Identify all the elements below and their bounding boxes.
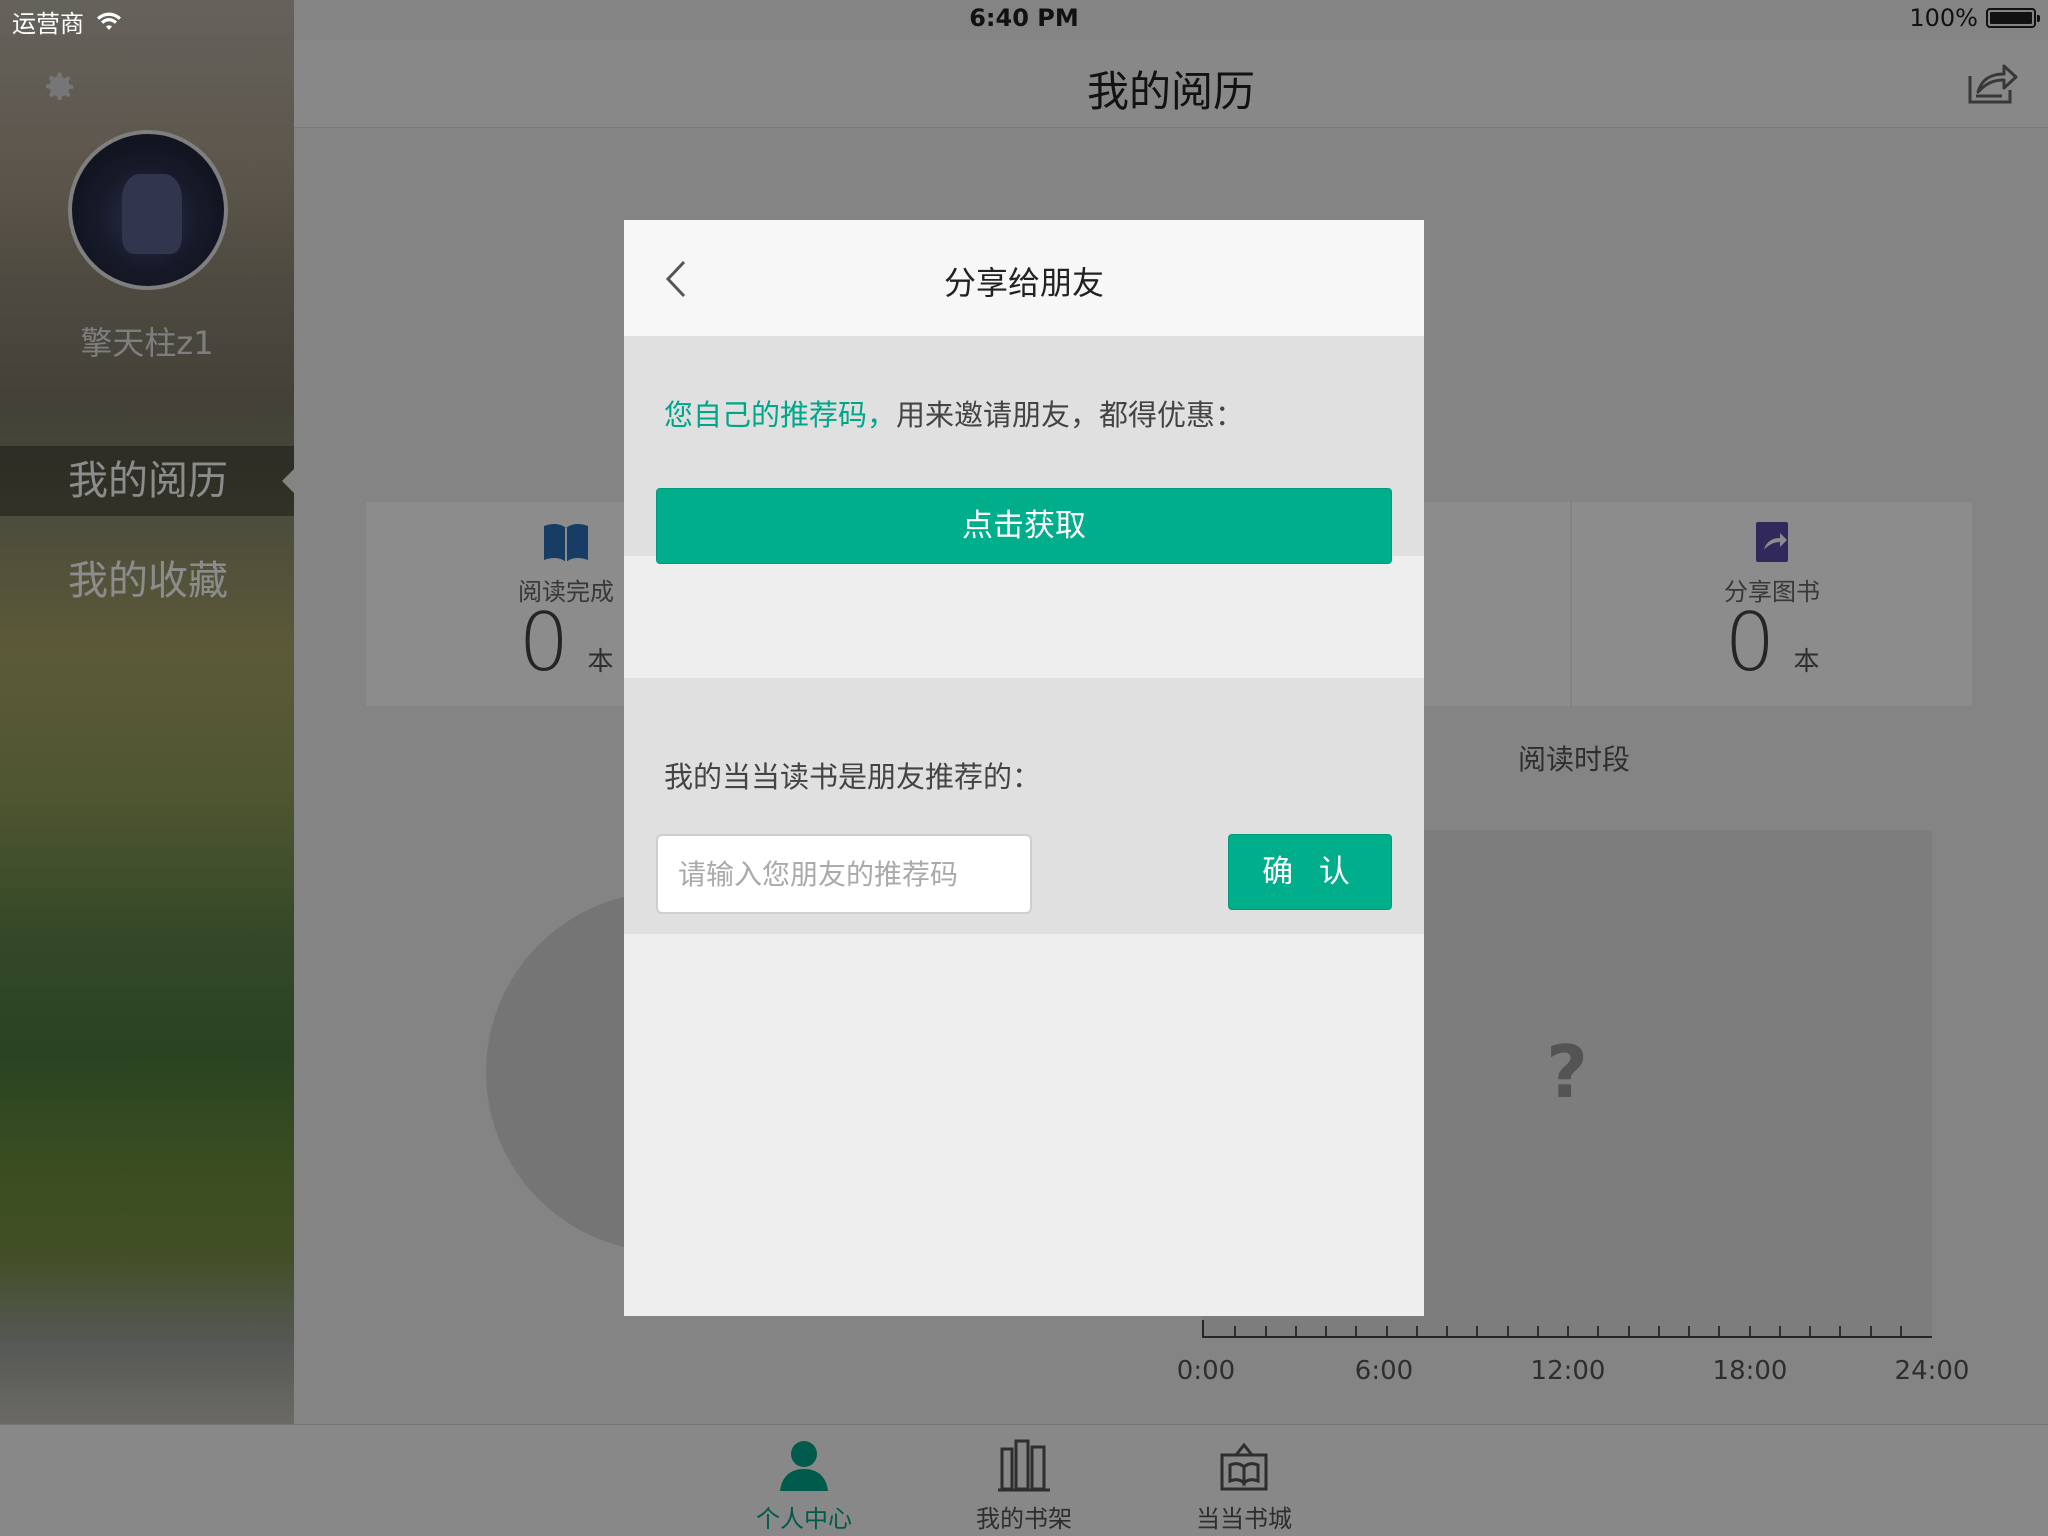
get-code-button[interactable]: 点击获取 bbox=[656, 488, 1392, 564]
modal-title: 分享给朋友 bbox=[943, 264, 1104, 302]
referral-label: 我的当当读书是朋友推荐的： bbox=[664, 760, 1042, 794]
clock: 6:40 PM bbox=[969, 4, 1079, 32]
invite-rest: 用来邀请朋友，都得优惠： bbox=[896, 398, 1245, 432]
battery-icon bbox=[1986, 8, 2040, 28]
referral-panel: 我的当当读书是朋友推荐的： 确 认 bbox=[624, 678, 1424, 934]
share-modal: 分享给朋友 您自己的推荐码，用来邀请朋友，都得优惠： 点击获取 我的当当读书是朋… bbox=[624, 220, 1424, 1316]
invite-description: 您自己的推荐码，用来邀请朋友，都得优惠： bbox=[664, 392, 1244, 434]
referral-code-input[interactable] bbox=[656, 834, 1032, 914]
status-bar: 运营商 6:40 PM 100% bbox=[0, 0, 2048, 40]
modal-header: 分享给朋友 bbox=[624, 220, 1424, 336]
battery-percent: 100% bbox=[1909, 4, 1978, 32]
invite-code-panel: 您自己的推荐码，用来邀请朋友，都得优惠： 点击获取 bbox=[624, 336, 1424, 564]
battery-status: 100% bbox=[1909, 4, 2040, 32]
invite-highlight: 您自己的推荐码， bbox=[664, 398, 897, 432]
confirm-button[interactable]: 确 认 bbox=[1228, 834, 1392, 910]
